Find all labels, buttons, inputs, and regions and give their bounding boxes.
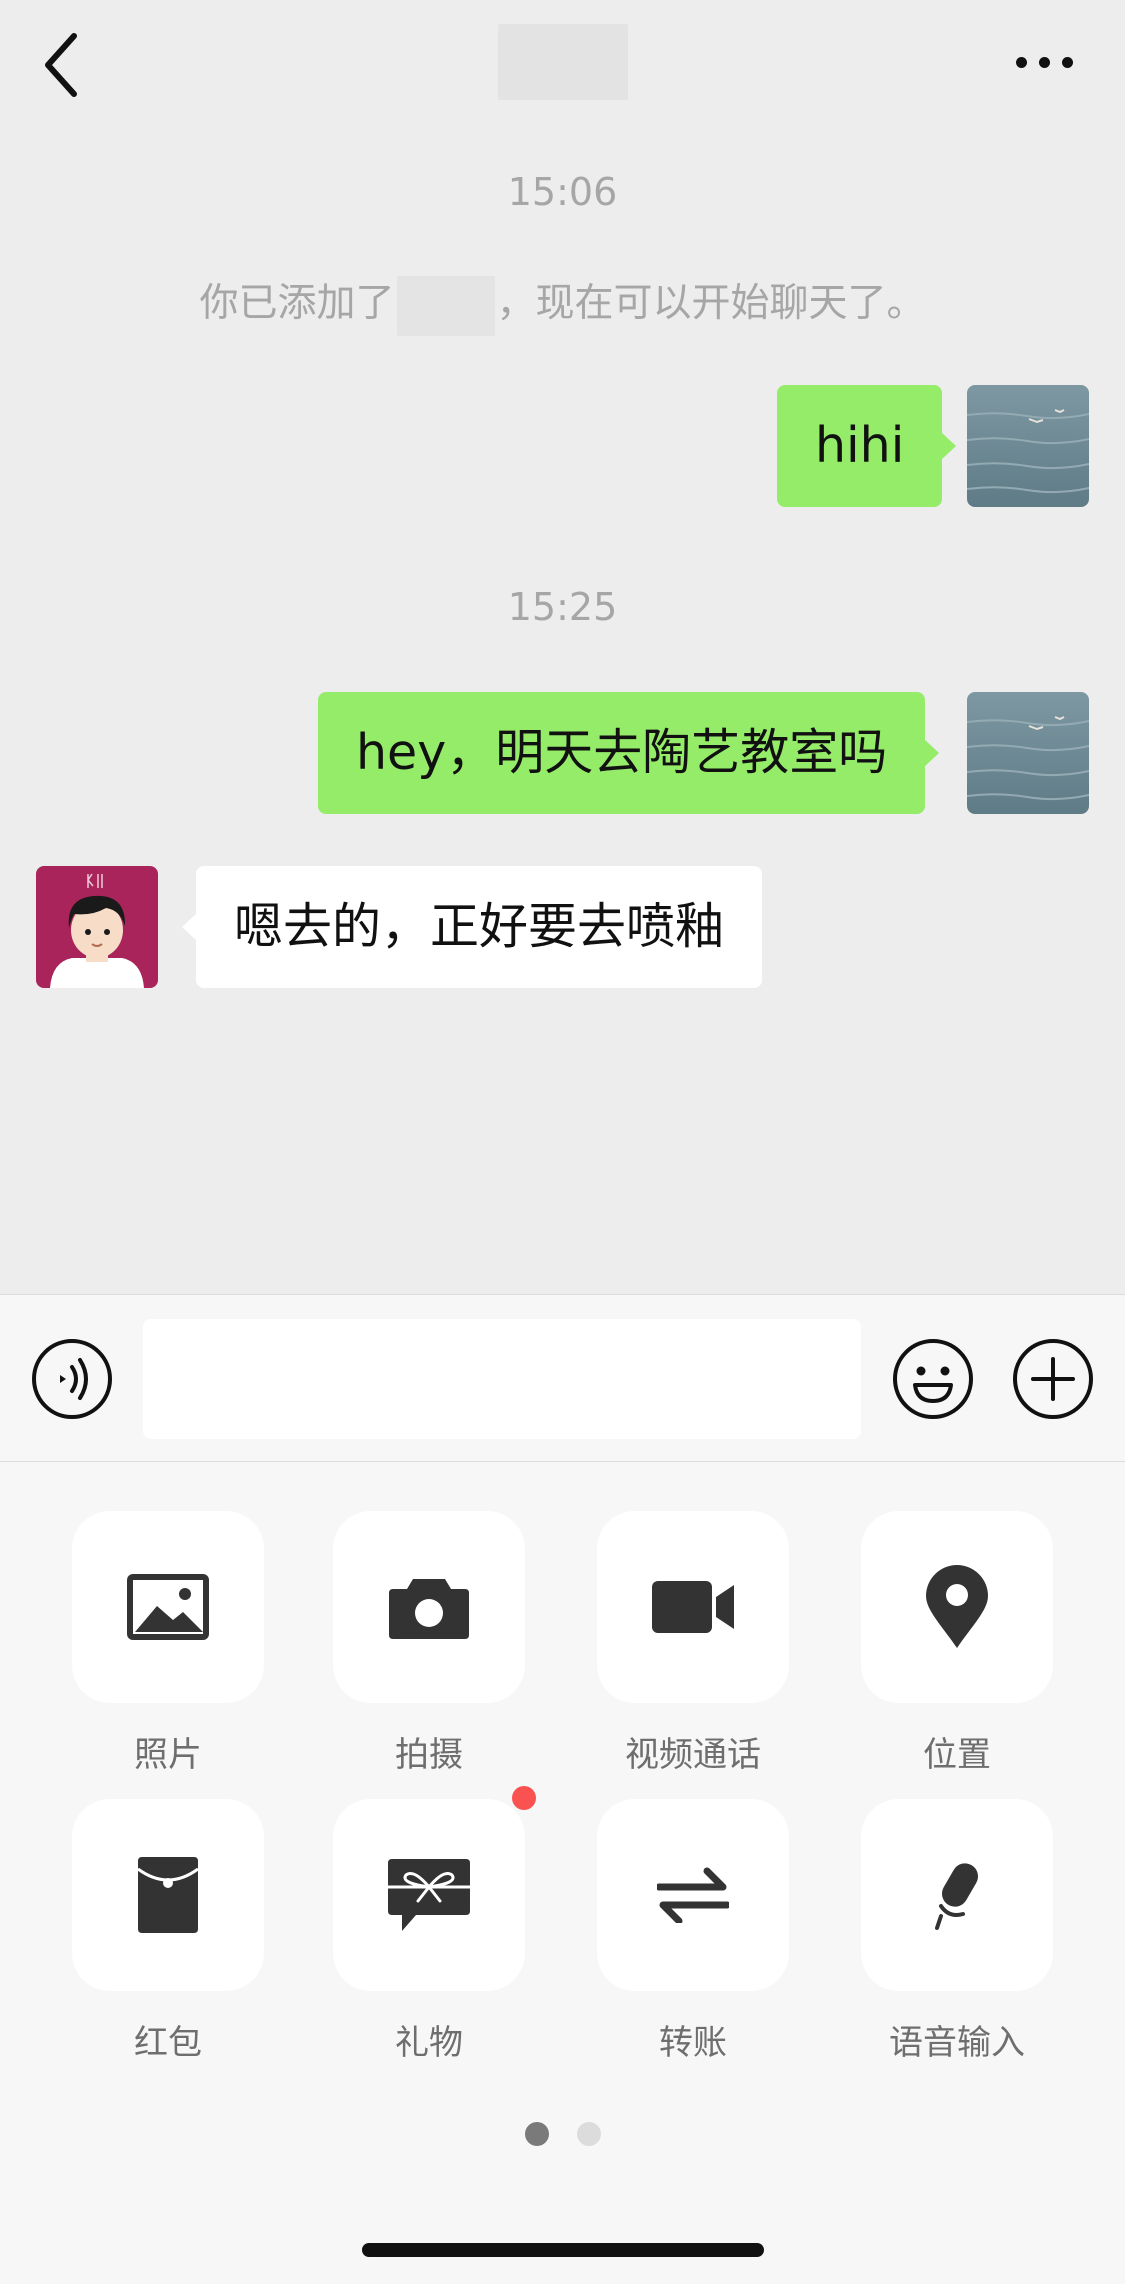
tile-red-packet[interactable]: 红包 [72,1799,264,2064]
image-icon [127,1574,209,1640]
video-call-icon [652,1581,734,1633]
sea-photo-avatar [967,385,1089,507]
ellipsis-icon [1016,57,1027,68]
page-dot-active[interactable] [525,2122,549,2146]
voice-icon [32,1339,112,1419]
voice-mode-button[interactable] [30,1337,114,1421]
transfer-icon [657,1867,729,1923]
tile-label: 礼物 [395,2023,463,2063]
function-panel: 照片 拍摄 视频通话 位置 红包 礼物 转账 语音输入 [0,1462,1125,2284]
outgoing-message-bubble[interactable]: hihi [777,385,957,507]
redacted-contact-name [396,275,495,336]
my-avatar[interactable] [967,692,1089,814]
chevron-left-icon [45,33,77,97]
red-packet-icon [137,1857,199,1933]
page-dot[interactable] [577,2122,601,2146]
home-indicator [362,2243,764,2257]
system-message-text: 你已添加了 [199,281,395,326]
more-functions-button[interactable] [1011,1337,1095,1421]
tile-label: 红包 [134,2023,202,2063]
microphone-icon [935,1863,979,1930]
sea-photo-avatar [967,692,1089,814]
emoji-button[interactable] [891,1337,975,1421]
tile-transfer[interactable]: 转账 [597,1799,789,2064]
input-bar [0,1294,1125,1462]
tile-label: 拍摄 [395,1735,463,1775]
tile-label: 语音输入 [889,2023,1025,2063]
more-button[interactable] [1010,48,1080,78]
location-pin-icon [926,1565,988,1648]
timestamp: 15:25 [507,585,618,629]
my-avatar[interactable] [967,385,1089,507]
tile-label: 转账 [659,2023,727,2063]
message-input[interactable] [143,1319,861,1439]
tile-video-call[interactable]: 视频通话 [597,1511,789,1776]
cartoon-boy-avatar [36,866,158,988]
tile-gift[interactable]: 礼物 [333,1799,525,2064]
plus-circle-icon [1013,1339,1093,1419]
tile-camera[interactable]: 拍摄 [333,1511,525,1776]
contact-avatar[interactable] [36,866,158,988]
camera-icon [389,1579,469,1639]
tile-label: 位置 [923,1735,991,1775]
tile-photos[interactable]: 照片 [72,1511,264,1776]
tile-label: 视频通话 [625,1735,761,1775]
tile-location[interactable]: 位置 [861,1511,1053,1776]
gift-icon [388,1859,470,1931]
gift-badge-dot [512,1786,536,1810]
timestamp: 15:06 [507,170,618,214]
tile-label: 照片 [134,1735,202,1775]
incoming-message-bubble[interactable]: 嗯去的，正好要去喷釉 [181,866,763,988]
navigation-bar [0,0,1125,128]
system-message: 你已添加了 ，现在可以开始聊天了。 [0,272,1125,336]
outgoing-message-bubble[interactable]: hey，明天去陶艺教室吗 [318,692,940,814]
emoji-icon [893,1339,973,1419]
system-message-text: ，现在可以开始聊天了。 [496,281,926,326]
chat-title-redacted [498,24,628,100]
tile-voice-input[interactable]: 语音输入 [861,1799,1053,2064]
back-button[interactable] [36,30,96,100]
